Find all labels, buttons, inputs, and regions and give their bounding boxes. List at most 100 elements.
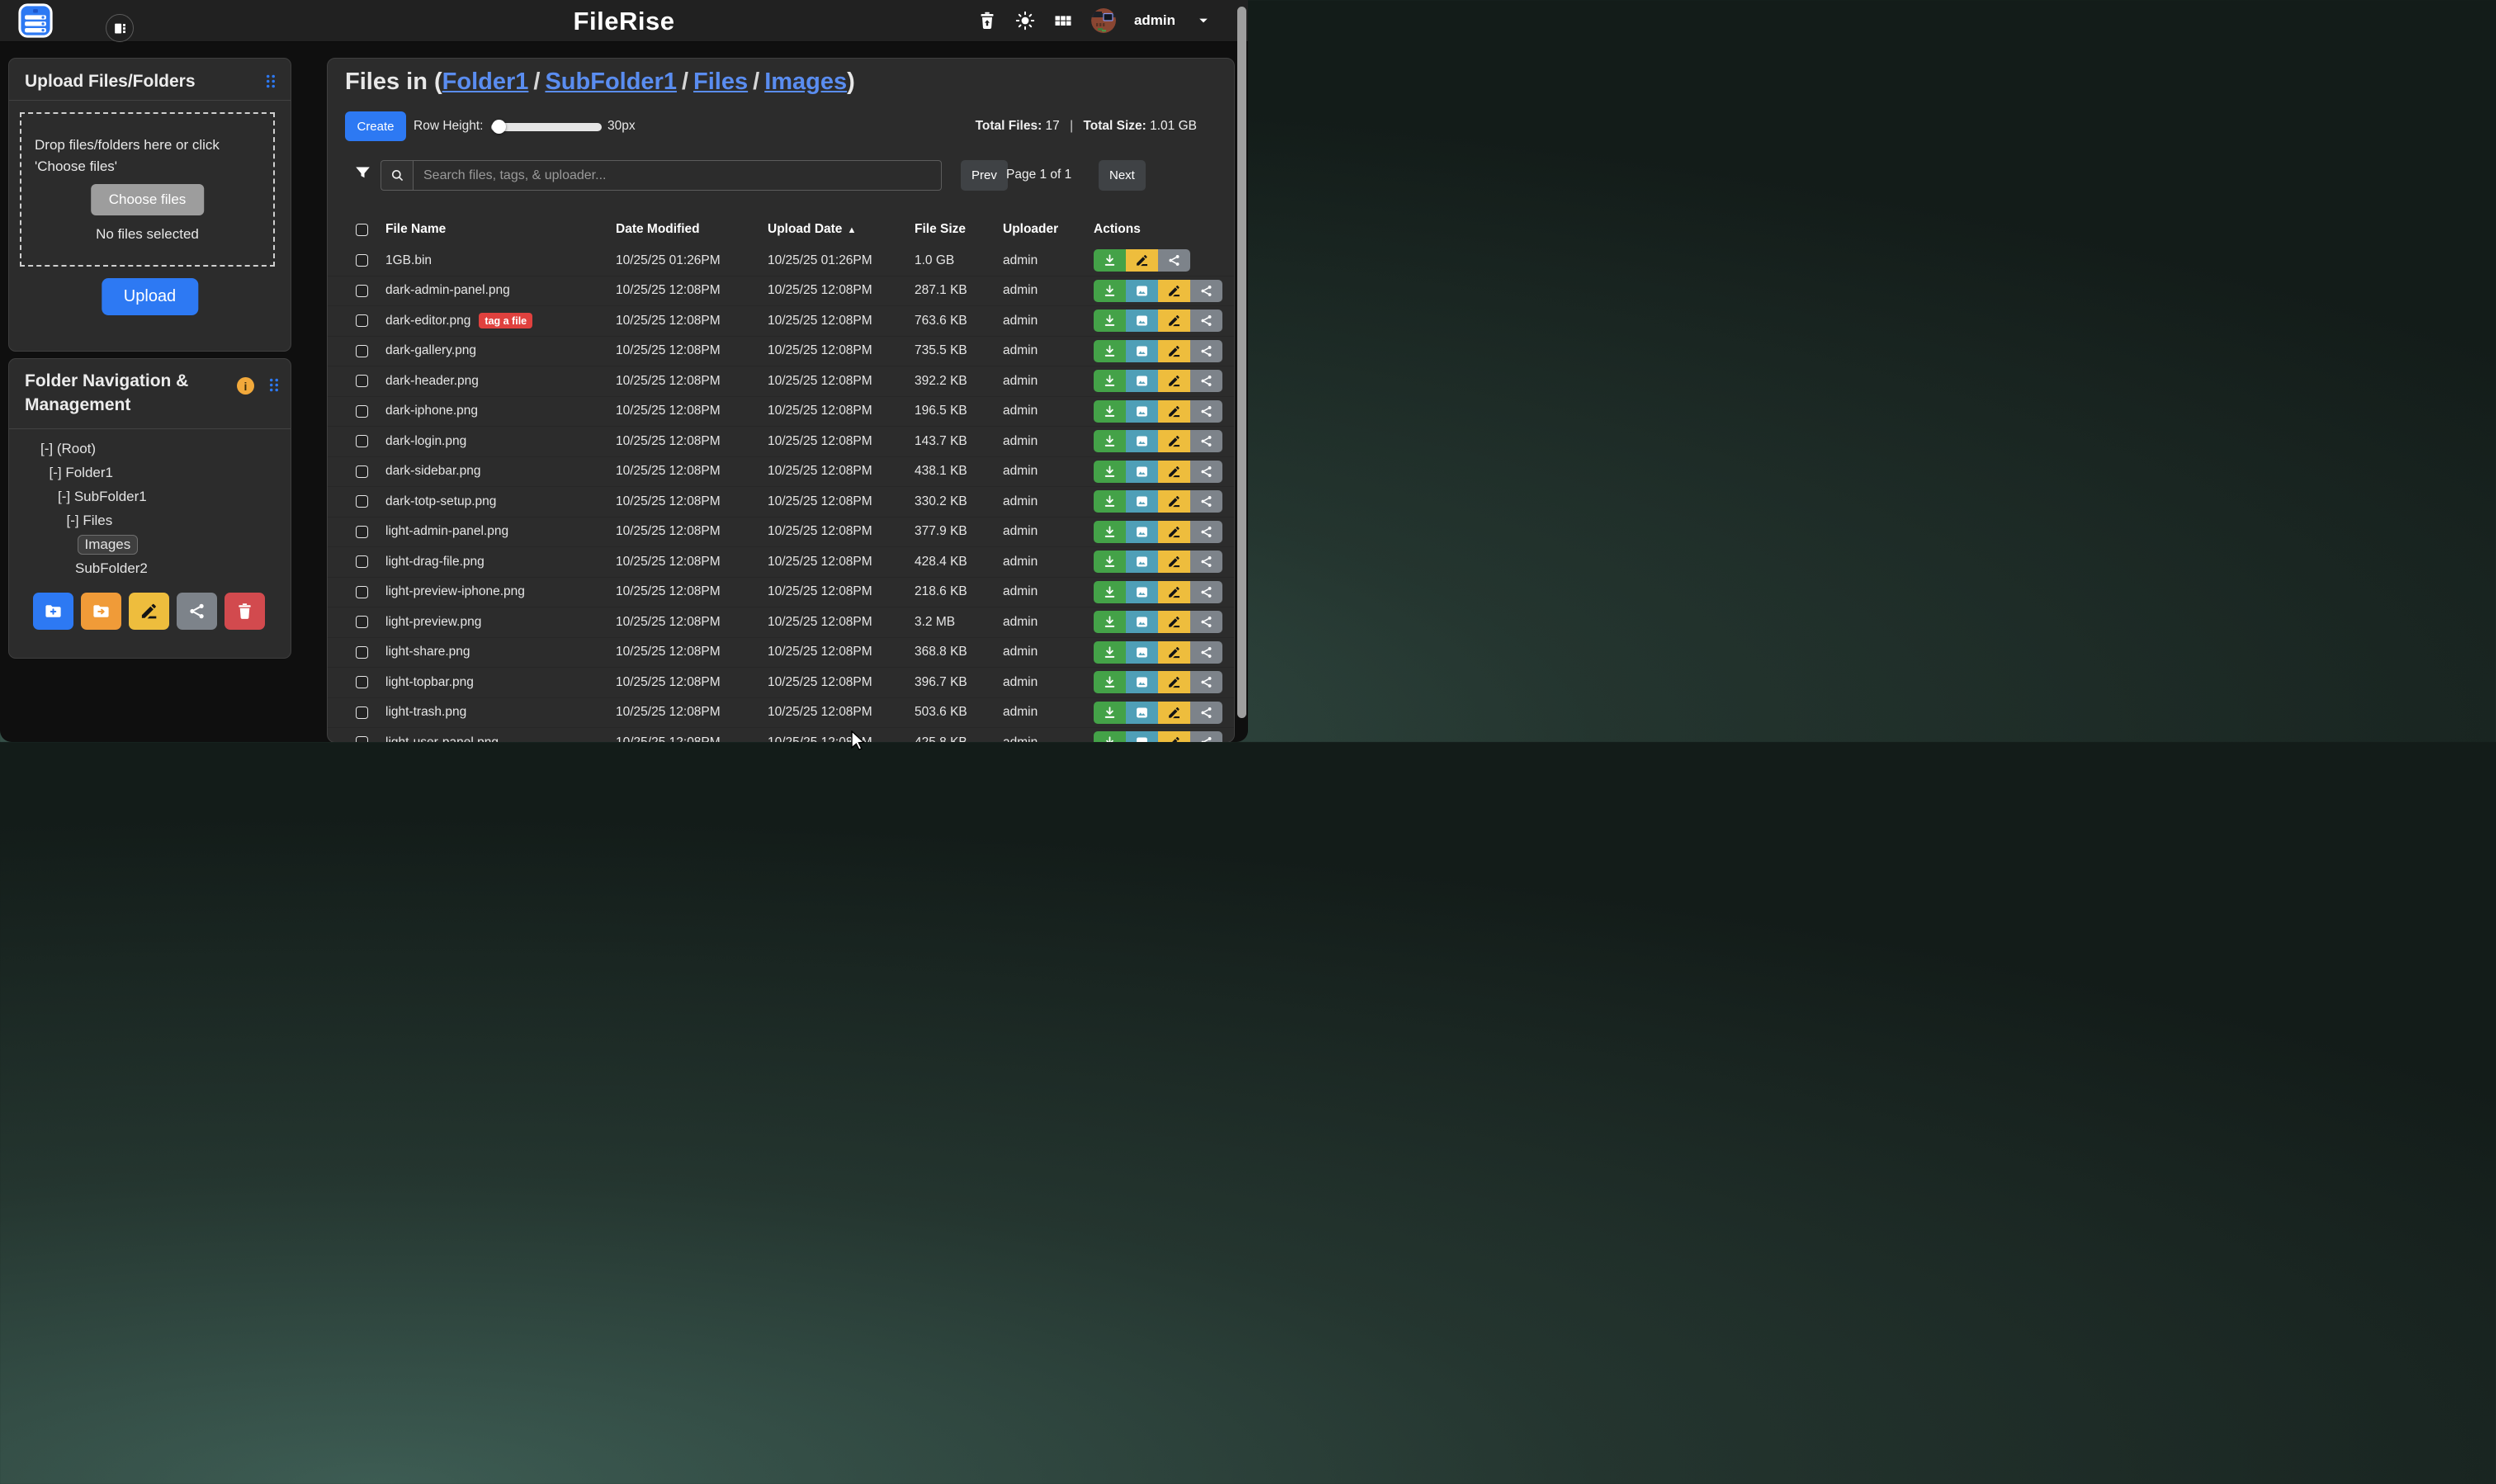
select-all-checkbox[interactable] <box>356 224 368 236</box>
breadcrumb-link-subfolder1[interactable]: SubFolder1 <box>545 69 677 95</box>
row-checkbox[interactable] <box>356 555 368 568</box>
preview-button[interactable] <box>1126 611 1158 633</box>
download-button[interactable] <box>1094 641 1126 664</box>
download-button[interactable] <box>1094 551 1126 573</box>
edit-button[interactable] <box>1158 400 1190 423</box>
row-checkbox[interactable] <box>356 285 368 297</box>
share-button[interactable] <box>1190 521 1222 543</box>
create-button[interactable]: Create <box>345 111 406 141</box>
upload-button[interactable]: Upload <box>102 278 198 315</box>
download-button[interactable] <box>1094 430 1126 452</box>
grid-view-icon[interactable] <box>1053 11 1073 31</box>
preview-button[interactable] <box>1126 340 1158 362</box>
share-button[interactable] <box>1190 280 1222 302</box>
preview-button[interactable] <box>1126 280 1158 302</box>
preview-button[interactable] <box>1126 490 1158 513</box>
row-checkbox[interactable] <box>356 586 368 598</box>
preview-button[interactable] <box>1126 521 1158 543</box>
row-checkbox[interactable] <box>356 405 368 418</box>
breadcrumb-link-folder1[interactable]: Folder1 <box>442 69 529 95</box>
col-file-size[interactable]: File Size <box>915 222 1003 237</box>
drag-handle-icon[interactable] <box>265 73 276 93</box>
folder-tree-item[interactable]: [-] (Root) <box>9 437 291 461</box>
edit-button[interactable] <box>1158 521 1190 543</box>
edit-button[interactable] <box>1158 280 1190 302</box>
share-button[interactable] <box>1190 490 1222 513</box>
row-checkbox[interactable] <box>356 526 368 538</box>
tag-badge[interactable]: tag a file <box>479 313 532 328</box>
row-checkbox[interactable] <box>356 646 368 659</box>
preview-button[interactable] <box>1126 370 1158 392</box>
share-button[interactable] <box>1190 430 1222 452</box>
share-button[interactable] <box>1190 702 1222 724</box>
edit-button[interactable] <box>1158 370 1190 392</box>
col-upload-date[interactable]: Upload Date▲ <box>768 222 915 237</box>
row-height-slider[interactable] <box>491 123 602 131</box>
folder-tree-item[interactable]: [-] Files <box>9 508 291 532</box>
edit-button[interactable] <box>1158 611 1190 633</box>
edit-button[interactable] <box>1158 702 1190 724</box>
preview-button[interactable] <box>1126 731 1158 742</box>
edit-button[interactable] <box>1158 430 1190 452</box>
edit-button[interactable] <box>1158 490 1190 513</box>
preview-button[interactable] <box>1126 310 1158 332</box>
delete-folder-button[interactable] <box>225 593 265 630</box>
download-button[interactable] <box>1094 400 1126 423</box>
preview-button[interactable] <box>1126 430 1158 452</box>
row-checkbox[interactable] <box>356 375 368 387</box>
avatar[interactable] <box>1091 8 1116 33</box>
info-icon[interactable]: i <box>237 377 254 395</box>
edit-button[interactable] <box>1158 671 1190 693</box>
download-button[interactable] <box>1094 521 1126 543</box>
share-button[interactable] <box>1190 370 1222 392</box>
share-button[interactable] <box>1190 731 1222 742</box>
edit-button[interactable] <box>1158 340 1190 362</box>
row-checkbox[interactable] <box>356 676 368 688</box>
row-checkbox[interactable] <box>356 345 368 357</box>
row-checkbox[interactable] <box>356 495 368 508</box>
preview-button[interactable] <box>1126 671 1158 693</box>
download-button[interactable] <box>1094 461 1126 483</box>
share-button[interactable] <box>1190 400 1222 423</box>
download-button[interactable] <box>1094 310 1126 332</box>
edit-button[interactable] <box>1158 641 1190 664</box>
download-button[interactable] <box>1094 249 1126 272</box>
row-checkbox[interactable] <box>356 435 368 447</box>
share-button[interactable] <box>1190 310 1222 332</box>
preview-button[interactable] <box>1126 581 1158 603</box>
folder-tree-item[interactable]: [-] Folder1 <box>9 461 291 484</box>
share-button[interactable] <box>1190 581 1222 603</box>
create-folder-button[interactable] <box>33 593 73 630</box>
preview-button[interactable] <box>1126 400 1158 423</box>
theme-sun-icon[interactable] <box>1015 11 1035 31</box>
download-button[interactable] <box>1094 490 1126 513</box>
next-page-button[interactable]: Next <box>1099 160 1146 191</box>
row-checkbox[interactable] <box>356 736 368 742</box>
download-button[interactable] <box>1094 671 1126 693</box>
share-folder-button[interactable] <box>177 593 217 630</box>
preview-button[interactable] <box>1126 551 1158 573</box>
download-button[interactable] <box>1094 702 1126 724</box>
move-folder-button[interactable] <box>81 593 121 630</box>
search-icon[interactable] <box>381 160 413 191</box>
breadcrumb-link-files[interactable]: Files <box>693 69 748 95</box>
file-dropzone[interactable]: Drop files/folders here or click 'Choose… <box>20 112 275 267</box>
folder-tree-item[interactable]: Images <box>9 532 291 556</box>
row-checkbox[interactable] <box>356 707 368 719</box>
edit-button[interactable] <box>1126 249 1158 272</box>
row-checkbox[interactable] <box>356 314 368 327</box>
choose-files-button[interactable]: Choose files <box>91 184 205 215</box>
share-button[interactable] <box>1158 249 1190 272</box>
slider-knob[interactable] <box>492 120 506 134</box>
share-button[interactable] <box>1190 461 1222 483</box>
row-checkbox[interactable] <box>356 616 368 628</box>
col-uploader[interactable]: Uploader <box>1003 222 1094 237</box>
download-button[interactable] <box>1094 611 1126 633</box>
drag-handle-icon[interactable] <box>268 377 279 397</box>
preview-button[interactable] <box>1126 702 1158 724</box>
share-button[interactable] <box>1190 611 1222 633</box>
share-button[interactable] <box>1190 641 1222 664</box>
download-button[interactable] <box>1094 340 1126 362</box>
share-button[interactable] <box>1190 551 1222 573</box>
edit-button[interactable] <box>1158 581 1190 603</box>
